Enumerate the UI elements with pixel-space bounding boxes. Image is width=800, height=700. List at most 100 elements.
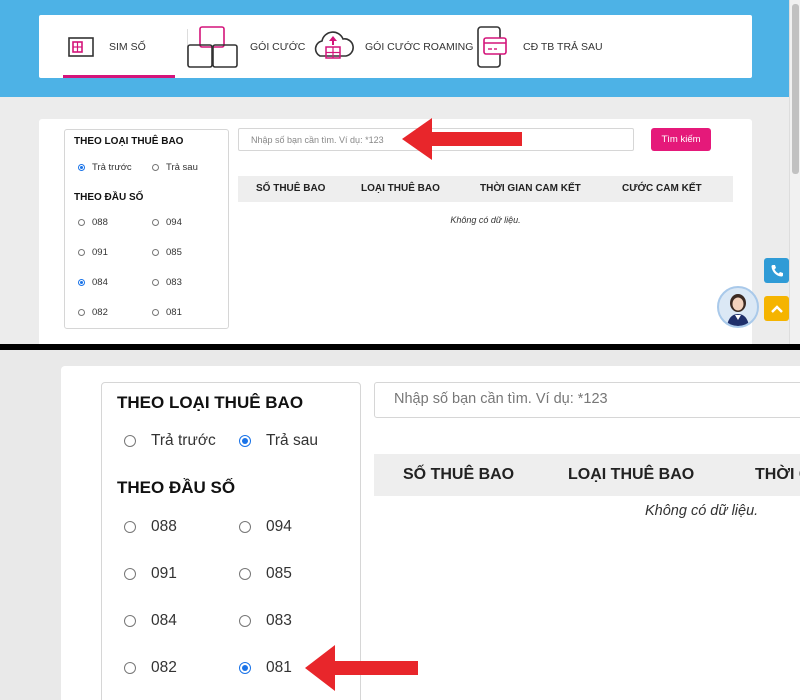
results-table-header: SỐ THUÊ BAO LOẠI THUÊ BAO THỜI GIAN CAM … [238, 176, 733, 202]
cloud-roaming-icon [311, 29, 355, 65]
radio-label: 088 [151, 518, 177, 535]
package-boxes-icon [186, 25, 240, 69]
radio-label: Trả sau [166, 162, 198, 173]
radio-button[interactable] [152, 249, 159, 256]
chevron-up-icon [770, 304, 783, 313]
prefix-option-083[interactable]: 083 [239, 612, 292, 630]
radio-button[interactable] [152, 309, 159, 316]
radio-label: 083 [166, 277, 182, 288]
radio-button[interactable] [239, 435, 251, 447]
number-search-input[interactable]: Nhập số bạn cần tìm. Ví dụ: *123 [374, 382, 800, 418]
scrollbar-thumb[interactable] [792, 4, 799, 174]
radio-label: Trả sau [266, 432, 318, 449]
radio-button[interactable] [239, 521, 251, 533]
subscriber-type-title: THEO LOẠI THUÊ BAO [117, 393, 304, 412]
tab-cd-tb-tra-sau[interactable]: CĐ TB TRẢ SAU [471, 15, 621, 78]
prefix-option-094[interactable]: 094 [239, 518, 292, 536]
radio-button[interactable] [239, 615, 251, 627]
radio-label: 085 [266, 565, 292, 582]
prefix-option-088[interactable]: 088 [78, 217, 108, 228]
radio-button[interactable] [124, 615, 136, 627]
tab-goi-cuoc-label: GÓI CƯỚC [250, 40, 306, 53]
column-header-so-thue-bao[interactable]: SỐ THUÊ BAO [256, 183, 325, 194]
radio-button[interactable] [124, 568, 136, 580]
column-header-so-thue-bao[interactable]: SỐ THUÊ BAO [403, 466, 514, 484]
radio-option-tra-sau[interactable]: Trả sau [239, 432, 318, 450]
prefix-option-085[interactable]: 085 [239, 565, 292, 583]
prefix-option-083[interactable]: 083 [152, 277, 182, 288]
page-scrollbar[interactable] [789, 0, 800, 344]
prefix-option-084[interactable]: 084 [124, 612, 177, 630]
radio-option-tra-truoc[interactable]: Trả trước [124, 432, 216, 450]
service-tab-bar: SIM SỐ GÓI CƯỚC GÓI CƯỚC ROAMING CĐ TB T… [39, 15, 752, 78]
tab-goi-cuoc-roaming[interactable]: GÓI CƯỚC ROAMING [311, 15, 491, 78]
prefix-option-082[interactable]: 082 [78, 307, 108, 318]
bottom-zoomed-panel: THEO LOẠI THUÊ BAO Trả trước Trả sau THE… [0, 350, 800, 700]
radio-button[interactable] [239, 662, 251, 674]
column-header-thoi-gian-cam-ket[interactable]: THỜI GIAN CAM KẾT [480, 183, 581, 194]
empty-table-message: Không có dữ liệu. [450, 215, 521, 225]
tab-goi-cuoc[interactable]: GÓI CƯỚC [186, 15, 316, 78]
red-arrow-icon [402, 118, 522, 160]
radio-label: Trả trước [151, 432, 216, 449]
empty-table-message: Không có dữ liệu. [645, 503, 759, 519]
radio-option-tra-sau[interactable]: Trả sau [152, 162, 198, 173]
radio-label: 085 [166, 247, 182, 258]
radio-label: 084 [92, 277, 108, 288]
search-placeholder: Nhập số bạn cần tìm. Ví dụ: *123 [394, 391, 608, 407]
prefix-option-091[interactable]: 091 [124, 565, 177, 583]
radio-label: 088 [92, 217, 108, 228]
prefix-option-088[interactable]: 088 [124, 518, 177, 536]
radio-option-tra-truoc[interactable]: Trả trước [78, 162, 132, 173]
radio-button[interactable] [152, 164, 159, 171]
prefix-option-094[interactable]: 094 [152, 217, 182, 228]
radio-button[interactable] [78, 279, 85, 286]
prefix-option-091[interactable]: 091 [78, 247, 108, 258]
sim-search-card: THEO LOẠI THUÊ BAO Trả trước Trả sau THE… [39, 119, 752, 344]
agent-avatar-icon [727, 294, 749, 326]
radio-button[interactable] [124, 521, 136, 533]
prefix-title: THEO ĐẦU SỐ [74, 192, 144, 203]
results-table-header: SỐ THUÊ BAO LOẠI THUÊ BAO THỜI GIAN CAM … [374, 454, 800, 496]
filter-panel: THEO LOẠI THUÊ BAO Trả trước Trả sau THE… [64, 129, 229, 329]
radio-label: 082 [92, 307, 108, 318]
search-placeholder: Nhập số bạn cần tìm. Ví dụ: *123 [251, 135, 384, 145]
prefix-option-082[interactable]: 082 [124, 659, 177, 677]
postpaid-card-icon [471, 25, 513, 69]
radio-label: 094 [166, 217, 182, 228]
tab-cd-tb-tra-sau-label: CĐ TB TRẢ SAU [523, 40, 603, 53]
column-header-loai-thue-bao[interactable]: LOẠI THUÊ BAO [568, 466, 694, 484]
support-agent-avatar[interactable] [717, 286, 759, 328]
search-button[interactable]: Tìm kiếm [651, 128, 711, 151]
column-header-cuoc-cam-ket[interactable]: CƯỚC CAM KẾT [622, 183, 702, 194]
radio-label: Trả trước [92, 162, 132, 173]
radio-label: 084 [151, 612, 177, 629]
top-screenshot-panel: SIM SỐ GÓI CƯỚC GÓI CƯỚC ROAMING CĐ TB T… [0, 0, 800, 344]
column-header-loai-thue-bao[interactable]: LOẠI THUÊ BAO [361, 183, 440, 194]
prefix-option-081[interactable]: 081 [152, 307, 182, 318]
radio-button[interactable] [152, 219, 159, 226]
radio-button[interactable] [78, 309, 85, 316]
radio-button[interactable] [152, 279, 159, 286]
prefix-option-085[interactable]: 085 [152, 247, 182, 258]
radio-button[interactable] [78, 249, 85, 256]
radio-button[interactable] [124, 435, 136, 447]
tab-goi-cuoc-roaming-label: GÓI CƯỚC ROAMING [365, 40, 474, 53]
radio-label: 094 [266, 518, 292, 535]
tab-sim-so-label: SIM SỐ [109, 40, 146, 53]
radio-label: 082 [151, 659, 177, 676]
sim-card-icon [63, 29, 99, 65]
tab-sim-so[interactable]: SIM SỐ [51, 15, 175, 78]
scroll-to-top-button[interactable] [764, 296, 789, 321]
prefix-option-081[interactable]: 081 [239, 659, 292, 677]
column-header-thoi-gian-cam-ket[interactable]: THỜI GIAN CAM KẾT [755, 466, 800, 484]
radio-button[interactable] [78, 219, 85, 226]
radio-button[interactable] [78, 164, 85, 171]
prefix-option-084[interactable]: 084 [78, 277, 108, 288]
phone-call-button[interactable] [764, 258, 789, 283]
radio-button[interactable] [124, 662, 136, 674]
phone-icon [771, 264, 783, 276]
radio-label: 091 [92, 247, 108, 258]
radio-button[interactable] [239, 568, 251, 580]
radio-label: 091 [151, 565, 177, 582]
